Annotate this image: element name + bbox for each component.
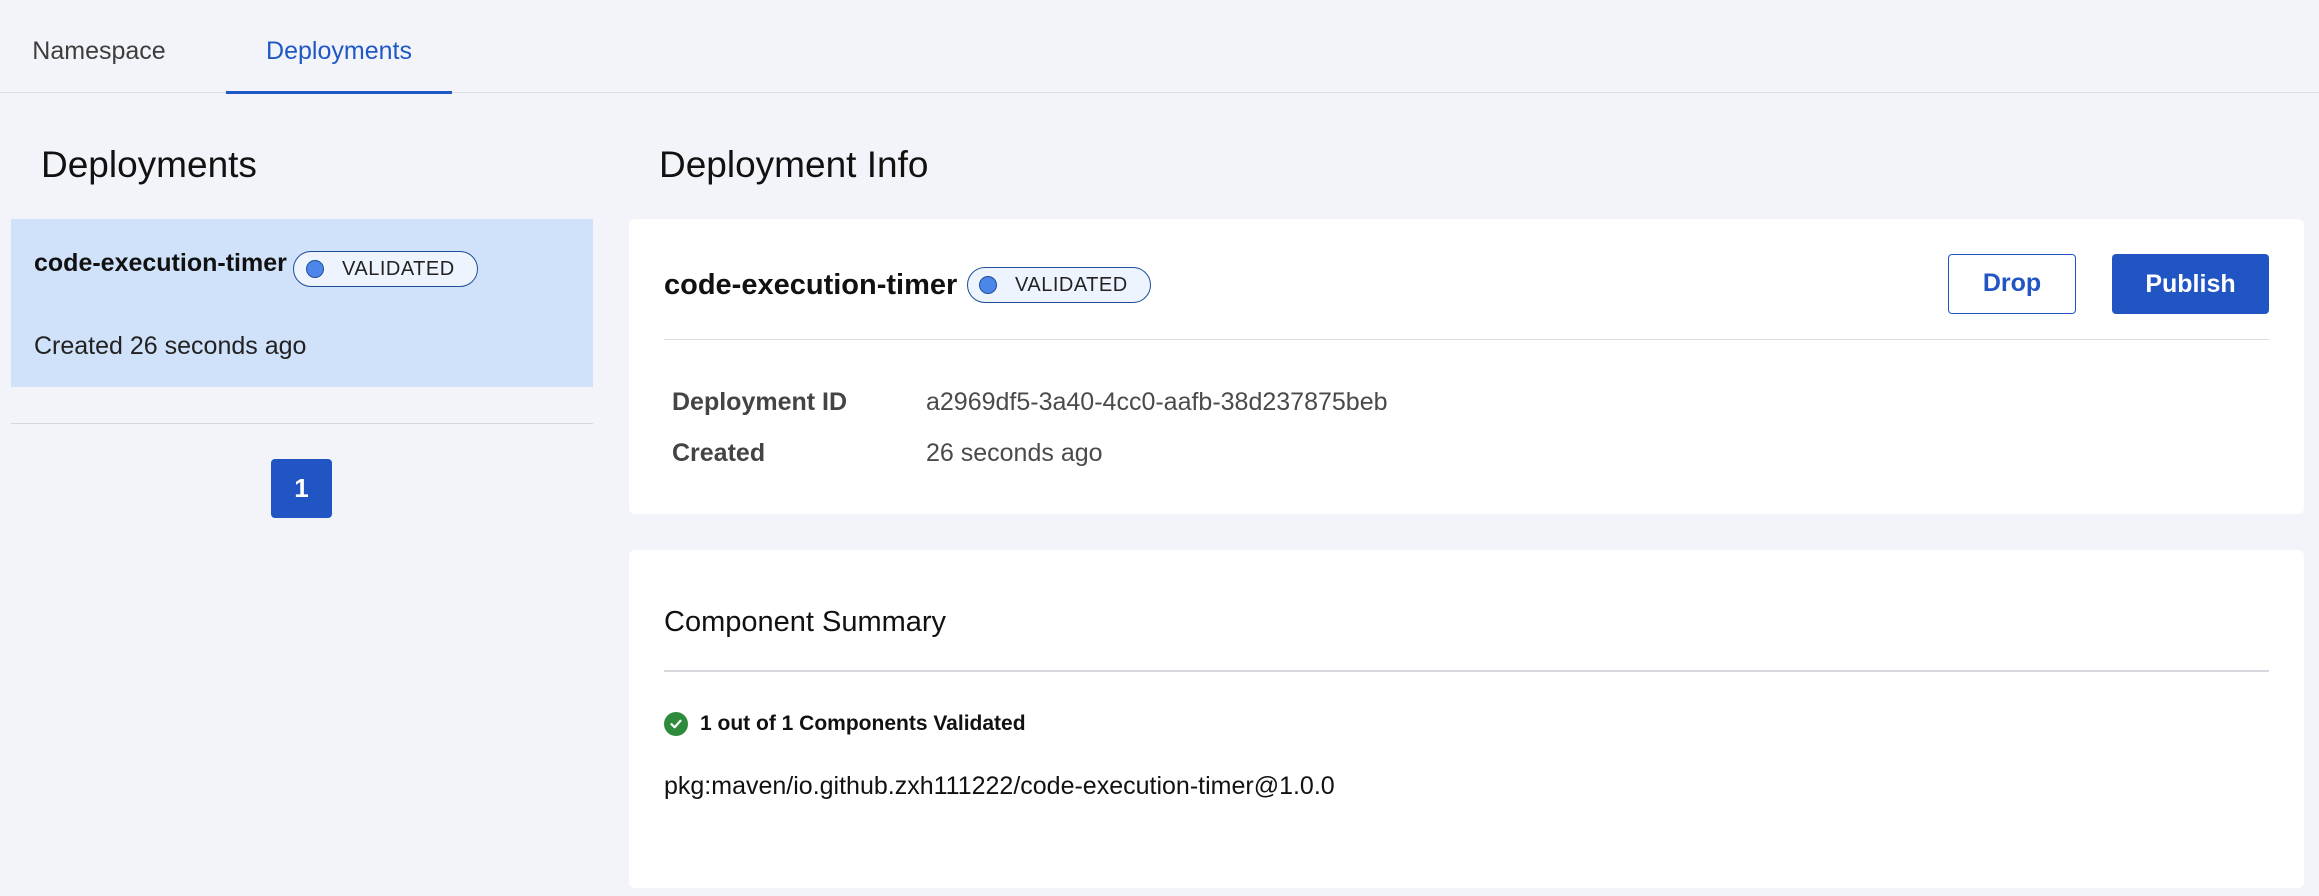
deployment-id-label: Deployment ID (672, 388, 848, 416)
info-divider (664, 339, 2269, 340)
status-badge-label: VALIDATED (342, 257, 455, 280)
status-dot-icon (979, 276, 997, 294)
deployment-item-created: Created 26 seconds ago (34, 332, 307, 360)
drop-button[interactable]: Drop (1948, 254, 2076, 314)
summary-divider (664, 670, 2269, 672)
status-badge-label: VALIDATED (1015, 273, 1128, 296)
component-package: pkg:maven/io.github.zxh111222/code-execu… (664, 772, 1335, 800)
validation-status-text: 1 out of 1 Components Validated (700, 712, 1026, 735)
tab-deployments[interactable]: Deployments (226, 0, 452, 94)
check-circle-icon (664, 712, 688, 736)
created-label: Created (672, 439, 766, 467)
deployment-name: code-execution-timer (664, 269, 958, 301)
tab-bar: Namespace Deployments (0, 0, 2319, 94)
tab-namespace[interactable]: Namespace (0, 0, 198, 93)
publish-button[interactable]: Publish (2112, 254, 2269, 314)
deployments-heading: Deployments (41, 144, 257, 185)
list-divider (11, 423, 593, 424)
deployment-id-value: a2969df5-3a40-4cc0-aafb-38d237875beb (926, 388, 1388, 416)
status-dot-icon (306, 260, 324, 278)
created-value: 26 seconds ago (926, 439, 1103, 467)
deployment-info-heading: Deployment Info (659, 144, 929, 185)
deployment-item-name: code-execution-timer (34, 249, 287, 277)
validation-status: 1 out of 1 Components Validated (664, 712, 1026, 736)
deployment-list-item[interactable]: code-execution-timer VALIDATED Created 2… (11, 219, 593, 387)
component-summary-title: Component Summary (664, 606, 947, 638)
status-badge: VALIDATED (293, 251, 478, 287)
status-badge: VALIDATED (967, 267, 1151, 303)
component-summary-card: Component Summary 1 out of 1 Components … (629, 550, 2304, 888)
pagination-page-button[interactable]: 1 (271, 459, 332, 518)
deployment-info-card: code-execution-timer VALIDATED Drop Publ… (629, 219, 2304, 514)
